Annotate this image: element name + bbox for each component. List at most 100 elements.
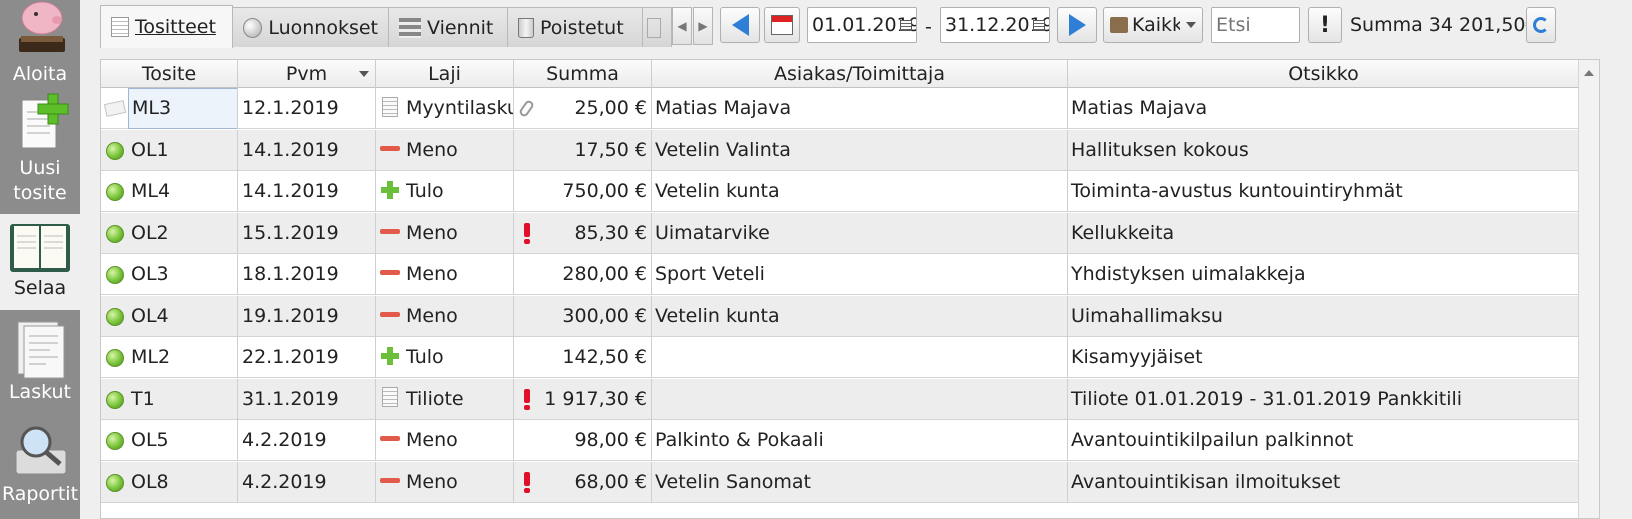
cell-otsikko[interactable]: Yhdistyksen uimalakkeja [1068, 254, 1580, 295]
cell-asiakas[interactable] [652, 378, 1068, 420]
tab-overflow[interactable] [642, 7, 672, 47]
cell-otsikko[interactable]: Kisamyyjäiset [1068, 337, 1580, 378]
column-header-asiakas[interactable]: Asiakas/Toimittaja [652, 60, 1068, 88]
cell-tosite[interactable]: ML3 [101, 88, 238, 129]
cell-tosite[interactable]: T1 [101, 378, 238, 420]
cell-pvm[interactable]: 15.1.2019 [238, 212, 376, 254]
cell-asiakas[interactable]: Vetelin Valinta [652, 129, 1068, 171]
cell-asiakas[interactable]: Matias Majava [652, 88, 1068, 129]
cell-summa[interactable]: 1 917,30 € [514, 378, 652, 420]
cell-summa[interactable]: 142,50 € [514, 337, 652, 378]
cell-asiakas[interactable]: Palkinto & Pokaali [652, 420, 1068, 461]
tab-poistetut[interactable]: Poistetut [507, 7, 643, 47]
cell-summa[interactable]: 280,00 € [514, 254, 652, 295]
sidebar-item-aloita[interactable]: Aloita [0, 0, 80, 88]
cell-summa[interactable]: 68,00 € [514, 461, 652, 503]
table-row[interactable]: OL8 4.2.2019 Meno 68,00 € Vetelin Sanomat Ava… [101, 461, 1580, 503]
cell-otsikko[interactable]: Avantouintikisan ilmoitukset [1068, 461, 1580, 503]
table-row[interactable]: T1 31.1.2019 Tiliote 1 917,30 € Tiliote 01.0… [101, 378, 1580, 420]
sidebar-item-uusi-tosite[interactable]: Uusi tosite [0, 92, 80, 208]
scroll-up-icon[interactable] [1584, 70, 1594, 76]
cell-laji[interactable]: Meno [376, 420, 514, 461]
cell-otsikko[interactable]: Matias Majava [1068, 88, 1580, 129]
sidebar-item-raportit[interactable]: Raportit [0, 420, 80, 519]
cell-otsikko[interactable]: Hallituksen kokous [1068, 129, 1580, 171]
cell-otsikko[interactable]: Kellukkeita [1068, 212, 1580, 254]
table-row[interactable]: OL2 15.1.2019 Meno 85,30 € Uimatarvike Kelluk… [101, 212, 1580, 254]
calendar-picker-icon[interactable] [1033, 20, 1045, 31]
table-row[interactable]: ML2 22.1.2019 Tulo 142,50 € Kisamyyjäiset [101, 337, 1580, 378]
table-row[interactable]: OL5 4.2.2019 Meno 98,00 € Palkinto & Pokaali… [101, 420, 1580, 461]
tab-tositteet[interactable]: Tositteet [100, 5, 233, 48]
cell-otsikko[interactable]: Avantouintikilpailun palkinnot [1068, 420, 1580, 461]
cell-tosite[interactable]: OL8 [101, 461, 238, 503]
cell-summa[interactable]: 17,50 € [514, 129, 652, 171]
cell-asiakas[interactable]: Uimatarvike [652, 212, 1068, 254]
table-row[interactable]: OL4 19.1.2019 Meno 300,00 € Vetelin kunta Uim… [101, 295, 1580, 337]
cell-otsikko[interactable]: Toiminta-avustus kuntouintiryhmät [1068, 171, 1580, 212]
column-header-summa[interactable]: Summa [514, 60, 652, 88]
table-row[interactable]: OL1 14.1.2019 Meno 17,50 € Vetelin Valinta Ha… [101, 129, 1580, 171]
cell-pvm[interactable]: 22.1.2019 [238, 337, 376, 378]
cell-otsikko[interactable]: Uimahallimaksu [1068, 295, 1580, 337]
cell-summa[interactable]: 750,00 € [514, 171, 652, 212]
cell-asiakas[interactable]: Vetelin Sanomat [652, 461, 1068, 503]
cell-summa[interactable]: 300,00 € [514, 295, 652, 337]
table-row[interactable]: ML3 12.1.2019 Myyntilasku 25,00 € Matias Maj… [101, 88, 1580, 129]
cell-asiakas[interactable]: Vetelin kunta [652, 171, 1068, 212]
cell-tosite[interactable]: OL4 [101, 295, 238, 337]
cell-asiakas[interactable]: Vetelin kunta [652, 295, 1068, 337]
table-row[interactable]: ML4 14.1.2019 Tulo 750,00 € Vetelin kunta Toi… [101, 171, 1580, 212]
cell-tosite[interactable]: ML4 [101, 171, 238, 212]
next-period-button[interactable] [1057, 7, 1097, 43]
cell-tosite[interactable]: ML2 [101, 337, 238, 378]
cell-tosite[interactable]: OL1 [101, 129, 238, 171]
cell-tosite[interactable]: OL2 [101, 212, 238, 254]
cell-pvm[interactable]: 14.1.2019 [238, 129, 376, 171]
tab-viennit[interactable]: Viennit [388, 7, 508, 47]
tabs-scroll-left[interactable]: ◀ [672, 7, 692, 45]
column-header-tosite[interactable]: Tosite [101, 60, 238, 88]
cell-laji[interactable]: Meno [376, 461, 514, 503]
calendar-button[interactable] [764, 7, 800, 43]
sidebar-item-laskut[interactable]: Laskut [0, 318, 80, 414]
cell-pvm[interactable]: 12.1.2019 [238, 88, 376, 129]
date-from-field[interactable]: 01.01.2019 [807, 7, 917, 43]
cell-laji[interactable]: Meno [376, 295, 514, 337]
sidebar-item-selaa[interactable]: Selaa [0, 214, 80, 310]
cell-otsikko[interactable]: Tiliote 01.01.2019 - 31.01.2019 Pankkiti… [1068, 378, 1580, 420]
cell-summa[interactable]: 85,30 € [514, 212, 652, 254]
cell-laji[interactable]: Meno [376, 129, 514, 171]
date-to-field[interactable]: 31.12.2019 [940, 7, 1050, 43]
tab-luonnokset[interactable]: Luonnokset [232, 7, 389, 47]
column-header-pvm[interactable]: Pvm [238, 60, 376, 88]
column-header-laji[interactable]: Laji [376, 60, 514, 88]
cell-laji[interactable]: Myyntilasku [376, 88, 514, 129]
previous-period-button[interactable] [720, 7, 760, 43]
account-filter-dropdown[interactable]: Kaikki [1103, 7, 1203, 43]
cell-pvm[interactable]: 14.1.2019 [238, 171, 376, 212]
cell-laji[interactable]: Tulo [376, 337, 514, 378]
cell-summa[interactable]: 25,00 € [514, 88, 652, 129]
tabs-scroll-right[interactable]: ▶ [693, 7, 713, 45]
cell-laji[interactable]: Meno [376, 212, 514, 254]
search-input[interactable] [1211, 7, 1300, 43]
cell-asiakas[interactable]: Sport Veteli [652, 254, 1068, 295]
table-row[interactable]: OL3 18.1.2019 Meno 280,00 € Sport Veteli Yhdi… [101, 254, 1580, 295]
calendar-picker-icon[interactable] [900, 20, 912, 31]
cell-laji[interactable]: Tulo [376, 171, 514, 212]
cell-tosite[interactable]: OL5 [101, 420, 238, 461]
show-flagged-button[interactable]: ! [1308, 7, 1342, 43]
cell-tosite[interactable]: OL3 [101, 254, 238, 295]
cell-pvm[interactable]: 4.2.2019 [238, 420, 376, 461]
cell-pvm[interactable]: 19.1.2019 [238, 295, 376, 337]
cell-pvm[interactable]: 4.2.2019 [238, 461, 376, 503]
cell-laji[interactable]: Meno [376, 254, 514, 295]
cell-laji[interactable]: Tiliote [376, 378, 514, 420]
cell-asiakas[interactable] [652, 337, 1068, 378]
column-header-otsikko[interactable]: Otsikko [1068, 60, 1580, 88]
refresh-button[interactable] [1526, 7, 1556, 43]
cell-summa[interactable]: 98,00 € [514, 420, 652, 461]
cell-pvm[interactable]: 18.1.2019 [238, 254, 376, 295]
cell-pvm[interactable]: 31.1.2019 [238, 378, 376, 420]
